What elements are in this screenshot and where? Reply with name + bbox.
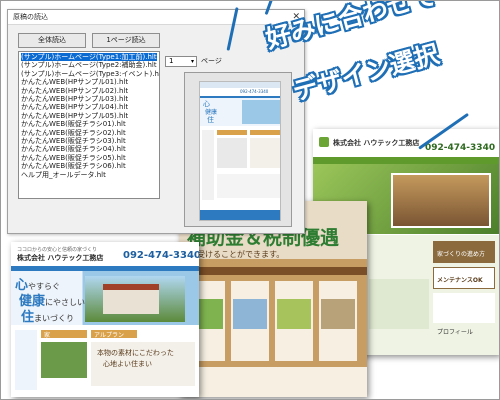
headline-line-2: デザイン選択 [289, 39, 443, 107]
file-list-item[interactable]: かんたんWEB(HPサンプル05).hlt [21, 112, 157, 120]
file-list-item[interactable]: かんたんWEB(HPサンプル04).hlt [21, 103, 157, 111]
preview-hero-3: 住 [207, 116, 214, 124]
website-preview-house: ココロからの安心と信頼の家づくり 株式会社 ハウテック工務店 092-474-3… [11, 242, 199, 397]
page-select[interactable]: 1 ▾ [165, 56, 197, 67]
file-list-item[interactable]: かんたんWEB(販促チラシ02).hlt [21, 129, 157, 137]
preview-document: 092-474-3340 心 健康 住 [199, 81, 281, 221]
green-side-title: プロフィール [437, 329, 473, 336]
logo-icon [319, 137, 329, 147]
subsidy-subline: を受けることができます。 [189, 250, 285, 259]
house-tagline: ココロからの安心と信頼の家づくり [17, 247, 98, 253]
page-select-value: 1 [169, 57, 174, 65]
house-company: 株式会社 ハウテック工務店 [17, 254, 104, 262]
file-list-item[interactable]: (サンプル)ホームページ(Type2:補助金).hlt [21, 61, 157, 69]
promo-canvas: 株式会社 ハウテック工務店 092-474-3340 家づくりの進め方 メンテナ… [0, 0, 500, 400]
house-body-text-2: 心地よい住まい [103, 360, 152, 368]
file-list-item[interactable]: かんたんWEB(販促チラシ06).hlt [21, 162, 157, 170]
file-list-item[interactable]: かんたんWEB(HPサンプル01).hlt [21, 78, 157, 86]
page-label: ページ [201, 57, 222, 65]
house-section-label-2: アルプラン [94, 332, 124, 339]
green-banner-2: メンテナンスOK [437, 277, 483, 284]
green-company-name: 株式会社 ハウテック工務店 [333, 139, 420, 147]
page-preview: 092-474-3340 心 健康 住 [184, 72, 292, 227]
house-phone: 092-474-3340 [123, 250, 199, 261]
dialog-titlebar: 原稿の読込 ✕ [8, 10, 304, 25]
file-list[interactable]: (サンプル)ホームページ(Type1:加工前).hlt (サンプル)ホームページ(… [18, 51, 160, 199]
file-list-item[interactable]: かんたんWEB(販促チラシ04).hlt [21, 145, 157, 153]
load-document-dialog: 原稿の読込 ✕ 全体読込 1ページ読込 (サンプル)ホームページ(Type1:加… [7, 9, 305, 234]
file-list-item[interactable]: (サンプル)ホームページ(Type3:イベント).hlt [21, 70, 159, 78]
house-body-text-1: 本物の素材にこだわった [97, 349, 174, 357]
house-section-label: 家 [44, 332, 51, 339]
file-list-item[interactable]: かんたんWEB(販促チラシ01).hlt [21, 120, 157, 128]
load-one-page-button[interactable]: 1ページ読込 [92, 33, 160, 48]
file-list-item[interactable]: ヘルプ用_オールデータ.hlt [21, 171, 157, 179]
green-banner-1: 家づくりの進め方 [437, 251, 486, 258]
green-phone: 092-474-3340 [425, 143, 496, 153]
house-hero-line3: 住まいづくり [21, 310, 75, 325]
load-all-button[interactable]: 全体読込 [18, 33, 86, 48]
dialog-title: 原稿の読込 [13, 13, 48, 21]
preview-phone: 092-474-3340 [240, 89, 269, 94]
file-list-item[interactable]: かんたんWEB(HPサンプル03).hlt [21, 95, 157, 103]
file-list-item[interactable]: かんたんWEB(HPサンプル02).hlt [21, 87, 157, 95]
chevron-down-icon: ▾ [190, 58, 194, 65]
